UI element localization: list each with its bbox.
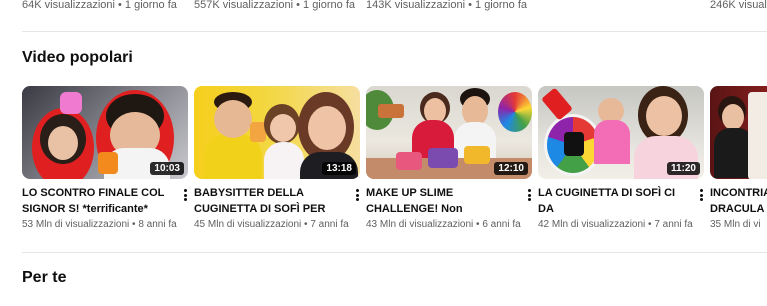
- video-card[interactable]: INCONTRIA DRACULA I 35 Mln di vi: [710, 86, 767, 236]
- section-title-for-you: Per te: [22, 269, 67, 286]
- video-thumbnail[interactable]: 10:03: [22, 86, 188, 179]
- video-title[interactable]: MAKE UP SLIME CHALLENGE! Non Scegliere..…: [366, 185, 514, 217]
- video-meta: 42 Mln di visualizzazioni • 7 anni fa: [538, 219, 693, 230]
- video-duration-badge: 10:03: [150, 162, 184, 175]
- video-meta: 143K visualizzazioni • 1 giorno fa: [366, 0, 527, 11]
- video-meta: 35 Mln di vi: [710, 219, 761, 230]
- section-divider: [22, 252, 767, 253]
- more-options-icon[interactable]: [696, 187, 706, 203]
- more-options-icon[interactable]: [524, 187, 534, 203]
- popular-videos-shelf: 10:03 LO SCONTRO FINALE COL SIGNOR S! *t…: [0, 86, 767, 236]
- section-title-popular: Video popolari: [22, 49, 133, 66]
- video-duration-badge: 12:10: [494, 162, 528, 175]
- video-meta: 45 Mln di visualizzazioni • 7 anni fa: [194, 219, 349, 230]
- video-thumbnail[interactable]: [710, 86, 767, 179]
- previous-shelf-meta-row: 64K visualizzazioni • 1 giorno fa 557K v…: [0, 0, 767, 14]
- video-meta: 53 Mln di visualizzazioni • 8 anni fa: [22, 219, 177, 230]
- video-title[interactable]: LA CUGINETTA DI SOFÌ CI DA UNA LETTERA D…: [538, 185, 686, 217]
- video-meta: 43 Mln di visualizzazioni • 6 anni fa: [366, 219, 521, 230]
- video-thumbnail[interactable]: 11:20: [538, 86, 704, 179]
- section-divider: [22, 31, 767, 32]
- video-meta: 246K visualizz: [710, 0, 767, 11]
- video-card[interactable]: 11:20 LA CUGINETTA DI SOFÌ CI DA UNA LET…: [538, 86, 704, 230]
- video-meta: 64K visualizzazioni • 1 giorno fa: [22, 0, 177, 11]
- more-options-icon[interactable]: [180, 187, 190, 203]
- video-thumbnail[interactable]: 13:18: [194, 86, 360, 179]
- video-title[interactable]: LO SCONTRO FINALE COL SIGNOR S! *terrifi…: [22, 185, 170, 217]
- video-card[interactable]: 12:10 MAKE UP SLIME CHALLENGE! Non Scegl…: [366, 86, 532, 230]
- video-meta: 557K visualizzazioni • 1 giorno fa: [194, 0, 355, 11]
- video-duration-badge: 13:18: [322, 162, 356, 175]
- video-duration-badge: 11:20: [666, 162, 700, 175]
- video-thumbnail[interactable]: 12:10: [366, 86, 532, 179]
- more-options-icon[interactable]: [352, 187, 362, 203]
- video-card[interactable]: 10:03 LO SCONTRO FINALE COL SIGNOR S! *t…: [22, 86, 188, 230]
- video-card[interactable]: 13:18 BABYSITTER DELLA CUGINETTA DI SOFÌ…: [194, 86, 360, 230]
- video-title[interactable]: BABYSITTER DELLA CUGINETTA DI SOFÌ PER 2…: [194, 185, 342, 217]
- video-title[interactable]: INCONTRIA DRACULA I: [710, 185, 767, 217]
